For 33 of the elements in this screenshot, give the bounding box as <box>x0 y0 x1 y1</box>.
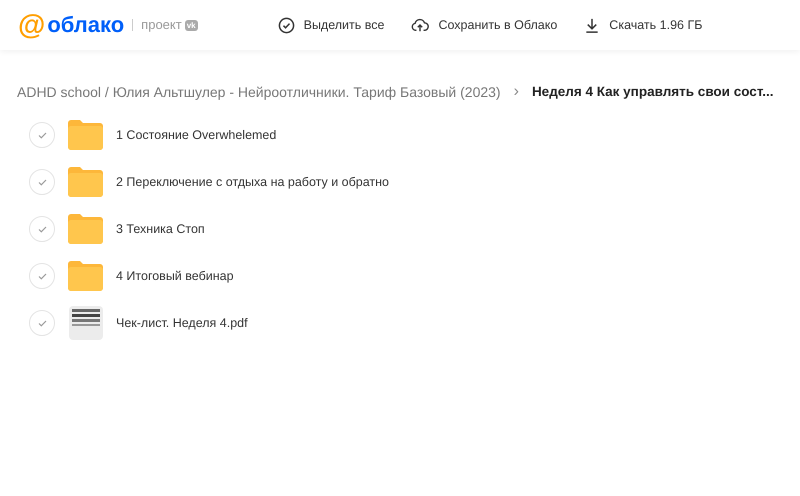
item-name[interactable]: 3 Техника Стоп <box>116 220 205 238</box>
breadcrumb-separator: › <box>514 82 519 102</box>
item-name[interactable]: 1 Состояние Overwhelemed <box>116 126 276 144</box>
breadcrumb-link[interactable]: ADHD school / Юлия Альтшулер - Нейроотличники. Тариф Базовый (2023) <box>17 82 501 102</box>
folder-icon <box>68 261 103 291</box>
select-checkbox[interactable] <box>29 122 55 148</box>
logo-symbol: @ <box>18 11 46 39</box>
item-name[interactable]: 2 Переключение с отдыха на работу и обратно <box>116 172 389 192</box>
cloud-upload-icon <box>411 17 430 33</box>
checkmark-icon <box>38 132 46 138</box>
breadcrumb-current: Неделя 4 Как управлять свои сост... <box>532 82 774 101</box>
toolbar-button[interactable]: Скачать 1.96 ГБ <box>584 16 702 34</box>
download-icon <box>584 16 600 34</box>
select-checkbox[interactable] <box>29 310 55 336</box>
check-circle-icon <box>278 16 295 34</box>
checkmark-icon <box>38 226 46 232</box>
item-name[interactable]: Чек-лист. Неделя 4.pdf <box>116 314 248 332</box>
checkmark-icon <box>38 320 46 326</box>
item-name[interactable]: 4 Итоговый вебинар <box>116 266 234 286</box>
toolbar-button[interactable]: Выделить все <box>278 16 384 34</box>
document-icon <box>68 306 102 340</box>
vk-badge: vk <box>184 20 198 30</box>
select-checkbox[interactable] <box>29 216 55 242</box>
project-label: проект <box>141 16 182 34</box>
select-checkbox[interactable] <box>29 169 55 195</box>
logo-text: облако <box>47 14 124 36</box>
select-checkbox[interactable] <box>29 263 55 289</box>
folder-icon <box>68 167 103 197</box>
checkmark-icon <box>38 178 46 186</box>
folder-icon <box>68 214 103 244</box>
toolbar-button[interactable]: Сохранить в Облако <box>411 16 558 34</box>
folder-icon <box>68 120 103 150</box>
checkmark-icon <box>38 272 46 280</box>
